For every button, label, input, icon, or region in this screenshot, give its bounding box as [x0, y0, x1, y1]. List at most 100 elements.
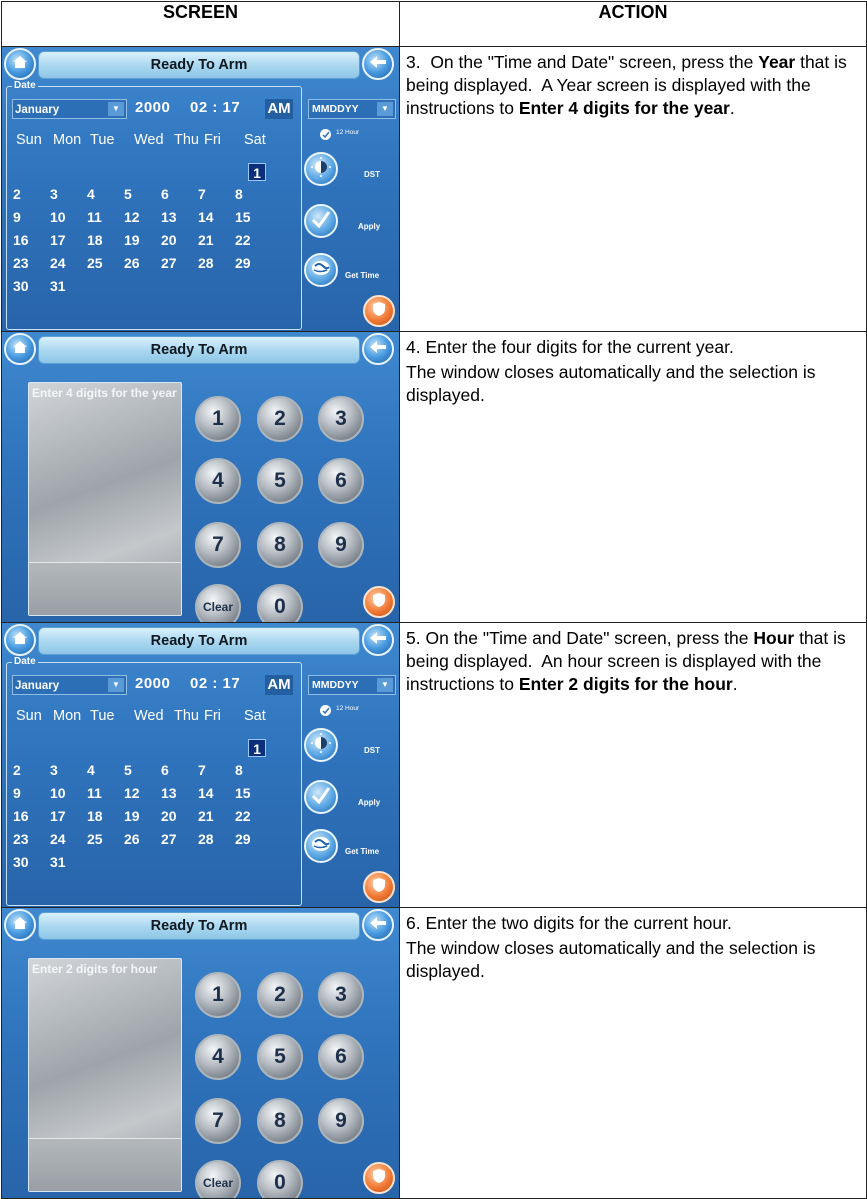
- calendar-day[interactable]: 3: [50, 762, 87, 785]
- calendar-day[interactable]: 7: [198, 762, 235, 785]
- month-select[interactable]: January ▼: [12, 99, 127, 119]
- calendar-day[interactable]: 31: [50, 854, 87, 877]
- calendar-day[interactable]: 4: [87, 186, 124, 209]
- ampm-field[interactable]: AM: [265, 99, 293, 119]
- key-5[interactable]: 5: [257, 1034, 303, 1080]
- calendar-day[interactable]: 4: [87, 762, 124, 785]
- calendar-day[interactable]: 15: [235, 785, 272, 808]
- 12-hour-checkbox[interactable]: [320, 129, 331, 140]
- calendar-day[interactable]: 30: [13, 854, 50, 877]
- back-button[interactable]: [362, 624, 394, 656]
- back-button[interactable]: [362, 48, 394, 80]
- key-7[interactable]: 7: [195, 522, 241, 568]
- month-select[interactable]: January ▼: [12, 675, 127, 695]
- key-1[interactable]: 1: [195, 396, 241, 442]
- key-8[interactable]: 8: [257, 1098, 303, 1144]
- calendar-day[interactable]: 18: [87, 232, 124, 255]
- calendar-day[interactable]: 20: [161, 232, 198, 255]
- key-0[interactable]: 0: [257, 584, 303, 622]
- home-button[interactable]: [4, 624, 36, 656]
- calendar-day[interactable]: 27: [161, 831, 198, 854]
- calendar-day[interactable]: 19: [124, 808, 161, 831]
- time-field[interactable]: 02 : 17: [190, 99, 240, 116]
- key-3[interactable]: 3: [318, 972, 364, 1018]
- dst-button[interactable]: [304, 152, 338, 186]
- key-4[interactable]: 4: [195, 1034, 241, 1080]
- calendar-day[interactable]: 11: [87, 785, 124, 808]
- calendar-day[interactable]: 19: [124, 232, 161, 255]
- calendar-day[interactable]: 28: [198, 831, 235, 854]
- calendar-day[interactable]: 5: [124, 762, 161, 785]
- calendar-day[interactable]: 17: [50, 808, 87, 831]
- calendar-day[interactable]: 5: [124, 186, 161, 209]
- calendar-day[interactable]: 9: [13, 209, 50, 232]
- date-format-select[interactable]: MMDDYY ▼: [308, 675, 396, 695]
- time-field[interactable]: 02 : 17: [190, 675, 240, 692]
- key-6[interactable]: 6: [318, 458, 364, 504]
- arm-shield-button[interactable]: [363, 1162, 395, 1194]
- calendar-day[interactable]: 29: [235, 255, 272, 278]
- arm-shield-button[interactable]: [363, 295, 395, 327]
- calendar-day[interactable]: 8: [235, 762, 272, 785]
- calendar-day[interactable]: 3: [50, 186, 87, 209]
- calendar-day[interactable]: 2: [13, 186, 50, 209]
- calendar-day[interactable]: 12: [124, 209, 161, 232]
- calendar-day[interactable]: 23: [13, 255, 50, 278]
- key-9[interactable]: 9: [318, 522, 364, 568]
- back-button[interactable]: [362, 909, 394, 941]
- calendar-day[interactable]: 15: [235, 209, 272, 232]
- calendar-day[interactable]: 22: [235, 808, 272, 831]
- calendar-day[interactable]: 30: [13, 278, 50, 301]
- calendar-day[interactable]: 20: [161, 808, 198, 831]
- date-format-select[interactable]: MMDDYY ▼: [308, 99, 396, 119]
- calendar-day[interactable]: 22: [235, 232, 272, 255]
- calendar-day[interactable]: 6: [161, 186, 198, 209]
- calendar-day[interactable]: 23: [13, 831, 50, 854]
- calendar-day[interactable]: 14: [198, 785, 235, 808]
- get-time-button[interactable]: [304, 829, 338, 863]
- key-1[interactable]: 1: [195, 972, 241, 1018]
- 12-hour-checkbox[interactable]: [320, 705, 331, 716]
- calendar-day[interactable]: 24: [50, 831, 87, 854]
- key-4[interactable]: 4: [195, 458, 241, 504]
- key-0[interactable]: 0: [257, 1160, 303, 1198]
- calendar-day[interactable]: 31: [50, 278, 87, 301]
- calendar-day[interactable]: 1: [248, 739, 266, 757]
- calendar-day[interactable]: 29: [235, 831, 272, 854]
- calendar-day[interactable]: 21: [198, 232, 235, 255]
- apply-button[interactable]: [304, 204, 338, 238]
- key-7[interactable]: 7: [195, 1098, 241, 1144]
- calendar-day[interactable]: 12: [124, 785, 161, 808]
- calendar-day[interactable]: 26: [124, 255, 161, 278]
- calendar-day[interactable]: 13: [161, 785, 198, 808]
- calendar-day[interactable]: 1: [248, 163, 266, 181]
- key-6[interactable]: 6: [318, 1034, 364, 1080]
- key-2[interactable]: 2: [257, 396, 303, 442]
- calendar-day[interactable]: 13: [161, 209, 198, 232]
- calendar-day[interactable]: 10: [50, 209, 87, 232]
- key-3[interactable]: 3: [318, 396, 364, 442]
- key-9[interactable]: 9: [318, 1098, 364, 1144]
- calendar-day[interactable]: 16: [13, 808, 50, 831]
- dst-button[interactable]: [304, 728, 338, 762]
- year-field[interactable]: 2000: [135, 99, 170, 116]
- calendar-day[interactable]: 18: [87, 808, 124, 831]
- calendar-day[interactable]: 26: [124, 831, 161, 854]
- key-clear[interactable]: Clear: [195, 584, 241, 622]
- calendar-day[interactable]: 21: [198, 808, 235, 831]
- key-2[interactable]: 2: [257, 972, 303, 1018]
- arm-shield-button[interactable]: [363, 586, 395, 618]
- home-button[interactable]: [4, 48, 36, 80]
- calendar-day[interactable]: 28: [198, 255, 235, 278]
- home-button[interactable]: [4, 333, 36, 365]
- calendar-day[interactable]: 7: [198, 186, 235, 209]
- calendar-day[interactable]: 6: [161, 762, 198, 785]
- key-clear[interactable]: Clear: [195, 1160, 241, 1198]
- calendar-day[interactable]: 16: [13, 232, 50, 255]
- get-time-button[interactable]: [304, 253, 338, 287]
- calendar-day[interactable]: 25: [87, 255, 124, 278]
- calendar-day[interactable]: 24: [50, 255, 87, 278]
- arm-shield-button[interactable]: [363, 871, 395, 903]
- calendar-day[interactable]: 2: [13, 762, 50, 785]
- ampm-field[interactable]: AM: [265, 675, 293, 695]
